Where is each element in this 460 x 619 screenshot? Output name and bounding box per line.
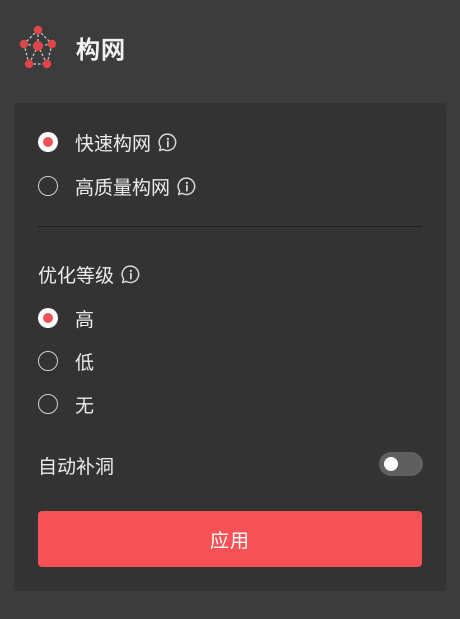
- auto-fill-holes-label: 自动补洞: [38, 455, 115, 478]
- radio-level-none[interactable]: 无: [38, 389, 94, 419]
- radio-label: 高质量构网: [75, 176, 171, 199]
- auto-fill-holes-toggle[interactable]: [379, 452, 423, 476]
- radio-button[interactable]: [38, 351, 58, 371]
- apply-button[interactable]: 应用: [38, 511, 422, 567]
- radio-button[interactable]: [38, 394, 58, 414]
- radio-label: 快速构网: [75, 132, 152, 155]
- page-title: 构网: [76, 36, 126, 64]
- info-icon[interactable]: [176, 176, 197, 197]
- section-title: 优化等级: [38, 264, 115, 287]
- radio-high-quality-mesh[interactable]: 高质量构网: [38, 171, 197, 201]
- mesh-network-icon: [19, 25, 57, 69]
- divider: [38, 226, 422, 227]
- radio-fast-mesh[interactable]: 快速构网: [38, 127, 178, 157]
- info-icon[interactable]: [120, 264, 141, 285]
- optimization-level-heading: 优化等级: [38, 260, 141, 288]
- radio-button[interactable]: [38, 176, 58, 196]
- radio-button[interactable]: [38, 308, 58, 328]
- radio-label: 无: [75, 394, 95, 417]
- info-icon[interactable]: [157, 132, 178, 153]
- toggle-knob: [384, 457, 398, 471]
- header: 构网: [0, 0, 460, 96]
- radio-level-low[interactable]: 低: [38, 346, 94, 376]
- radio-label: 低: [75, 351, 95, 374]
- settings-panel: 快速构网 高质量构网 优化等级 高 低 无 自动补洞 应用: [14, 103, 446, 591]
- radio-button[interactable]: [38, 132, 58, 152]
- radio-label: 高: [75, 308, 95, 331]
- radio-level-high[interactable]: 高: [38, 303, 94, 333]
